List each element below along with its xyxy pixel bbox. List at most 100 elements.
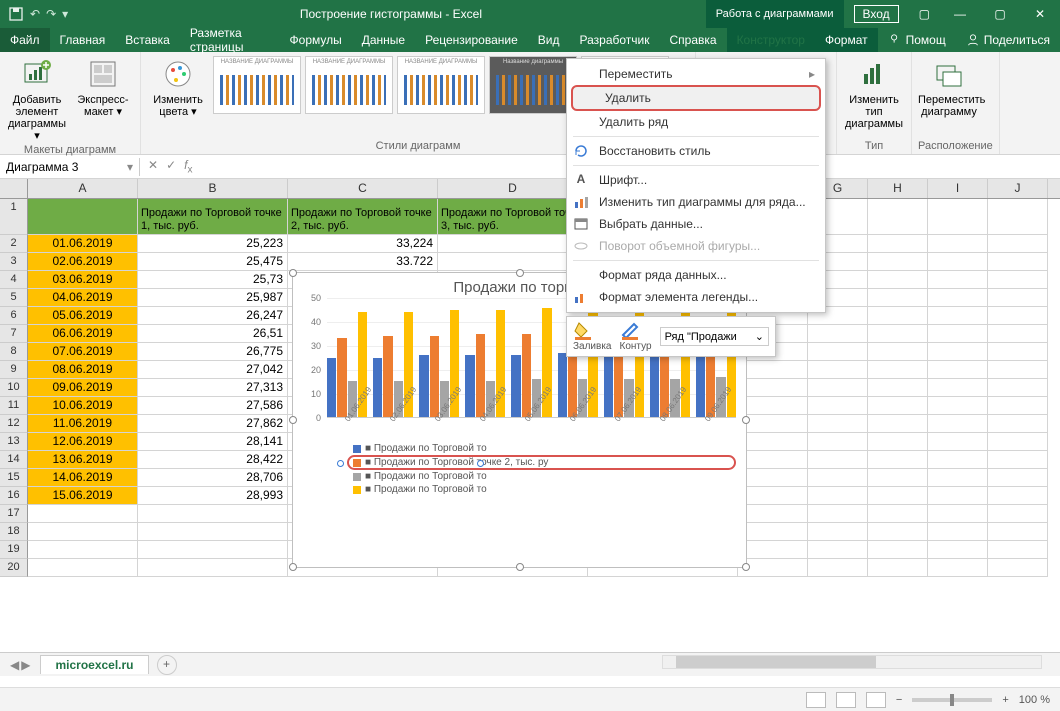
cell-A13[interactable]: 12.06.2019 xyxy=(28,433,138,451)
col-header-H[interactable]: H xyxy=(868,179,928,198)
mini-outline-button[interactable]: Контур xyxy=(620,321,652,352)
row-header-6[interactable]: 6 xyxy=(0,307,28,325)
cell-A15[interactable]: 14.06.2019 xyxy=(28,469,138,487)
mini-fill-button[interactable]: Заливка xyxy=(573,321,612,352)
cell-H1[interactable] xyxy=(868,199,928,235)
cell-H9[interactable] xyxy=(868,361,928,379)
cell-B18[interactable] xyxy=(138,523,288,541)
cell-F9[interactable] xyxy=(738,361,808,379)
row-header-14[interactable]: 14 xyxy=(0,451,28,469)
menu-delete[interactable]: Удалить xyxy=(571,85,821,111)
cell-H4[interactable] xyxy=(868,271,928,289)
tab-help[interactable]: Справка xyxy=(659,28,726,52)
row-header-2[interactable]: 2 xyxy=(0,235,28,253)
cell-G17[interactable] xyxy=(808,505,868,523)
cell-J13[interactable] xyxy=(988,433,1048,451)
tab-home[interactable]: Главная xyxy=(50,28,116,52)
cell-H11[interactable] xyxy=(868,397,928,415)
cell-J20[interactable] xyxy=(988,559,1048,577)
cell-G15[interactable] xyxy=(808,469,868,487)
zoom-level[interactable]: 100 % xyxy=(1019,694,1050,706)
cell-I20[interactable] xyxy=(928,559,988,577)
cell-A5[interactable]: 04.06.2019 xyxy=(28,289,138,307)
cell-A17[interactable] xyxy=(28,505,138,523)
cell-B11[interactable]: 27,586 xyxy=(138,397,288,415)
cell-J2[interactable] xyxy=(988,235,1048,253)
qat-more-icon[interactable]: ▾ xyxy=(62,7,68,21)
cell-G9[interactable] xyxy=(808,361,868,379)
cell-F14[interactable] xyxy=(738,451,808,469)
menu-delete-series[interactable]: Удалить ряд xyxy=(567,111,825,133)
tab-developer[interactable]: Разработчик xyxy=(570,28,660,52)
chart-style-2[interactable]: НАЗВАНИЕ ДИАГРАММЫ xyxy=(305,56,393,114)
cell-H13[interactable] xyxy=(868,433,928,451)
cell-B6[interactable]: 26,247 xyxy=(138,307,288,325)
quick-layout-button[interactable]: Экспресс-макет ▾ xyxy=(72,56,134,118)
cell-G8[interactable] xyxy=(808,343,868,361)
chart-legend[interactable]: ■ Продажи по Торговой то■ Продажи по Тор… xyxy=(293,438,746,502)
cell-B14[interactable]: 28,422 xyxy=(138,451,288,469)
cell-A19[interactable] xyxy=(28,541,138,559)
maximize-button[interactable]: ▢ xyxy=(980,0,1020,28)
row-header-3[interactable]: 3 xyxy=(0,253,28,271)
cell-G14[interactable] xyxy=(808,451,868,469)
cell-H3[interactable] xyxy=(868,253,928,271)
menu-move[interactable]: Переместить▸ xyxy=(567,63,825,85)
legend-entry-4[interactable]: ■ Продажи по Торговой то xyxy=(353,483,736,496)
row-header-4[interactable]: 4 xyxy=(0,271,28,289)
zoom-in-button[interactable]: + xyxy=(1002,694,1008,706)
chart-style-1[interactable]: НАЗВАНИЕ ДИАГРАММЫ xyxy=(213,56,301,114)
cell-G20[interactable] xyxy=(808,559,868,577)
cell-A18[interactable] xyxy=(28,523,138,541)
cell-G16[interactable] xyxy=(808,487,868,505)
tab-view[interactable]: Вид xyxy=(528,28,570,52)
row-header-16[interactable]: 16 xyxy=(0,487,28,505)
cell-G19[interactable] xyxy=(808,541,868,559)
cell-B4[interactable]: 25,73 xyxy=(138,271,288,289)
row-header-9[interactable]: 9 xyxy=(0,361,28,379)
cell-J7[interactable] xyxy=(988,325,1048,343)
undo-icon[interactable]: ↶ xyxy=(30,7,40,21)
cell-H16[interactable] xyxy=(868,487,928,505)
cell-F13[interactable] xyxy=(738,433,808,451)
row-header-10[interactable]: 10 xyxy=(0,379,28,397)
cell-B1[interactable]: Продажи по Торговой точке 1, тыс. руб. xyxy=(138,199,288,235)
col-header-J[interactable]: J xyxy=(988,179,1048,198)
tab-insert[interactable]: Вставка xyxy=(115,28,180,52)
view-layout-button[interactable] xyxy=(836,692,856,708)
row-header-17[interactable]: 17 xyxy=(0,505,28,523)
cell-J4[interactable] xyxy=(988,271,1048,289)
cell-I8[interactable] xyxy=(928,343,988,361)
cell-F19[interactable] xyxy=(738,541,808,559)
cell-B2[interactable]: 25,223 xyxy=(138,235,288,253)
cell-A4[interactable]: 03.06.2019 xyxy=(28,271,138,289)
cell-J6[interactable] xyxy=(988,307,1048,325)
cell-I14[interactable] xyxy=(928,451,988,469)
cell-H14[interactable] xyxy=(868,451,928,469)
col-header-C[interactable]: C xyxy=(288,179,438,198)
sheet-tab-active[interactable]: microexcel.ru xyxy=(40,655,148,674)
cell-H8[interactable] xyxy=(868,343,928,361)
cell-H2[interactable] xyxy=(868,235,928,253)
horizontal-scrollbar[interactable] xyxy=(662,652,1042,670)
cell-A9[interactable]: 08.06.2019 xyxy=(28,361,138,379)
row-header-13[interactable]: 13 xyxy=(0,433,28,451)
cell-I19[interactable] xyxy=(928,541,988,559)
redo-icon[interactable]: ↷ xyxy=(46,7,56,21)
view-normal-button[interactable] xyxy=(806,692,826,708)
cell-I15[interactable] xyxy=(928,469,988,487)
tell-me[interactable]: Помощ xyxy=(878,28,956,52)
cell-J12[interactable] xyxy=(988,415,1048,433)
row-header-11[interactable]: 11 xyxy=(0,397,28,415)
zoom-out-button[interactable]: − xyxy=(896,694,902,706)
cell-H20[interactable] xyxy=(868,559,928,577)
cell-I11[interactable] xyxy=(928,397,988,415)
cell-A10[interactable]: 09.06.2019 xyxy=(28,379,138,397)
cell-I18[interactable] xyxy=(928,523,988,541)
cell-B19[interactable] xyxy=(138,541,288,559)
cell-J1[interactable] xyxy=(988,199,1048,235)
cell-I7[interactable] xyxy=(928,325,988,343)
cell-J15[interactable] xyxy=(988,469,1048,487)
cell-J19[interactable] xyxy=(988,541,1048,559)
cell-G11[interactable] xyxy=(808,397,868,415)
